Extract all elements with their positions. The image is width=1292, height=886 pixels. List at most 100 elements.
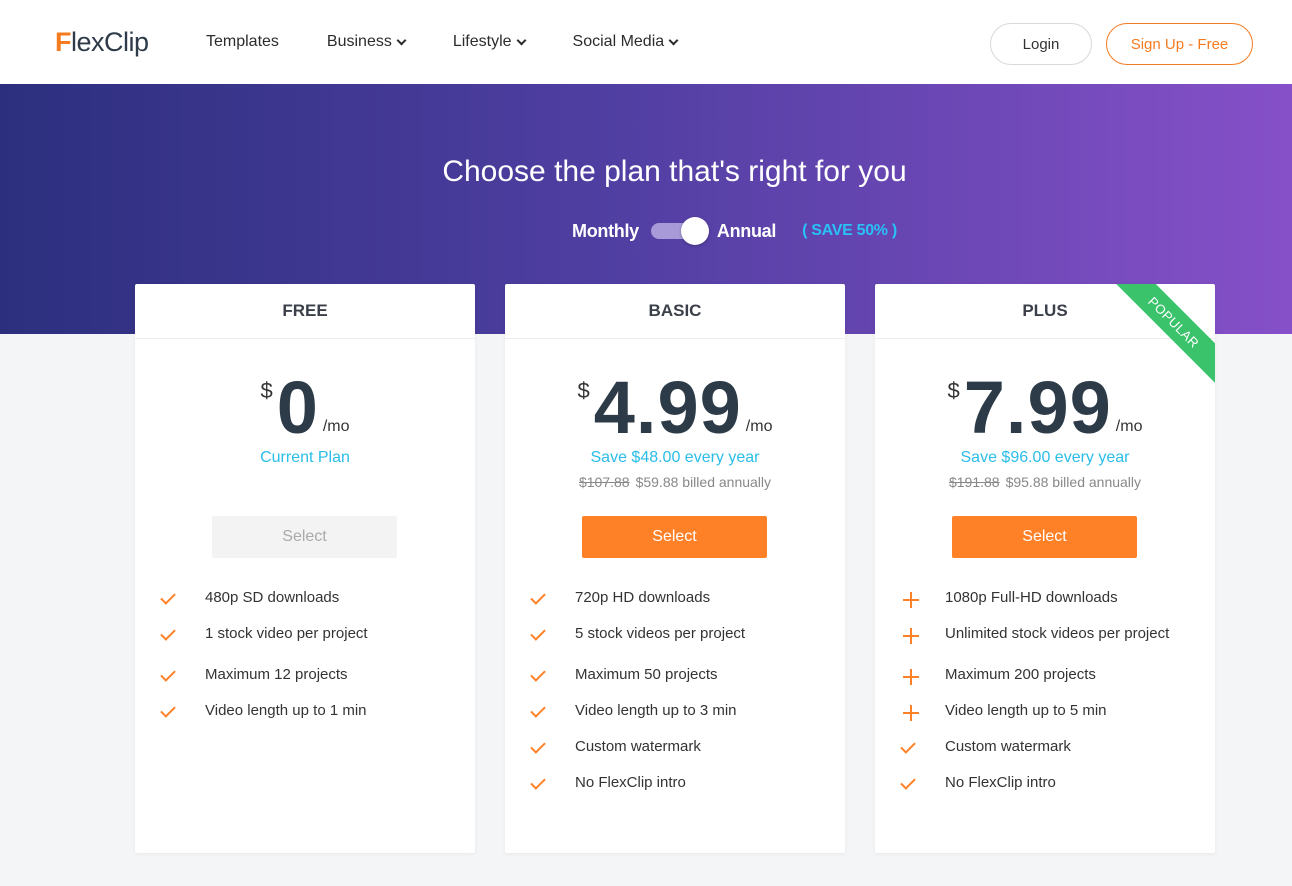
feature-text: 1 stock video per project (205, 625, 368, 642)
nav-item-social-media[interactable]: Social Media (572, 31, 679, 53)
feature-text: 1080p Full-HD downloads (945, 589, 1118, 606)
feature-text: Video length up to 1 min (205, 702, 367, 719)
main-nav: Templates Business Lifestyle Social Medi… (206, 31, 725, 53)
check-icon (530, 702, 546, 718)
plan-card-plus: PLUS POPULAR $ 7.99 /mo Save $96.00 ever… (875, 284, 1215, 853)
feature-item: No FlexClip intro (900, 773, 1205, 809)
billing-info: $191.88 $95.88 billed annually (875, 474, 1215, 490)
nav-item-business[interactable]: Business (326, 31, 407, 53)
nav-label: Lifestyle (452, 33, 512, 50)
feature-item: Maximum 50 projects (530, 665, 835, 701)
toggle-knob[interactable] (680, 217, 709, 245)
feature-item: Maximum 200 projects (901, 665, 1205, 701)
feature-text: 480p SD downloads (205, 589, 340, 606)
nav-label: Templates (206, 33, 279, 50)
plan-name: BASIC (505, 284, 845, 339)
feature-item: Video length up to 5 min (901, 701, 1205, 737)
logo-wordmark: lexClip (71, 26, 149, 57)
feature-text: Custom watermark (945, 738, 1071, 755)
save-badge: ( SAVE 50% ) (802, 222, 897, 239)
feature-item: 1 stock video per project (160, 624, 465, 665)
feature-text: Video length up to 5 min (945, 702, 1107, 719)
check-icon (530, 666, 546, 682)
chevron-down-icon (668, 35, 679, 46)
currency-symbol: $ (577, 378, 590, 403)
page-title: Choose the plan that's right for you (442, 155, 907, 188)
check-icon (160, 625, 176, 641)
yearly-savings: Save $48.00 every year (590, 449, 760, 466)
check-icon (530, 589, 546, 605)
feature-text: No FlexClip intro (945, 774, 1056, 791)
select-free-button[interactable]: Select (212, 516, 397, 558)
currency-symbol: $ (260, 378, 273, 403)
price-amount: 4.99 (593, 366, 742, 449)
feature-item: Custom watermark (530, 737, 835, 773)
original-price: $191.88 (948, 474, 1000, 490)
plan-card-free: FREE $ 0 /mo Current Plan Select 480p SD… (135, 284, 475, 853)
check-icon (160, 666, 176, 682)
price-amount: 7.99 (963, 366, 1112, 449)
feature-item: 5 stock videos per project (530, 624, 835, 665)
select-basic-button[interactable]: Select (582, 516, 767, 558)
logo-letter-f: F (55, 26, 72, 57)
price-period: /mo (322, 418, 350, 435)
plan-card-basic: BASIC $ 4.99 /mo Save $48.00 every year … (505, 284, 845, 853)
feature-text: 720p HD downloads (575, 589, 711, 606)
feature-item: 1080p Full-HD downloads (901, 588, 1205, 624)
feature-text: Unlimited stock videos per project (945, 625, 1170, 642)
feature-item: No FlexClip intro (530, 773, 835, 809)
feature-list: 480p SD downloads 1 stock video per proj… (160, 588, 465, 737)
login-button[interactable]: Login (990, 23, 1092, 65)
price-period: /mo (745, 418, 773, 435)
select-plus-button[interactable]: Select (952, 516, 1137, 558)
feature-item: 480p SD downloads (160, 588, 465, 624)
annual-label[interactable]: Annual (717, 221, 777, 242)
feature-text: Video length up to 3 min (575, 702, 737, 719)
check-icon (900, 738, 916, 754)
price: $ 4.99 /mo (505, 366, 845, 449)
monthly-label[interactable]: Monthly (572, 221, 639, 242)
nav-item-lifestyle[interactable]: Lifestyle (452, 31, 526, 53)
feature-text: 5 stock videos per project (575, 625, 746, 642)
flexclip-logo[interactable]: FlexClip (55, 27, 149, 57)
feature-item: Video length up to 3 min (530, 701, 835, 737)
check-icon (530, 738, 546, 754)
signup-button[interactable]: Sign Up - Free (1106, 23, 1253, 65)
nav-item-templates[interactable]: Templates (206, 31, 279, 53)
check-icon (900, 774, 916, 790)
currency-symbol: $ (947, 378, 960, 403)
feature-list: 1080p Full-HD downloads Unlimited stock … (900, 588, 1205, 809)
check-icon (530, 774, 546, 790)
plan-name: FREE (135, 284, 475, 339)
chevron-down-icon (516, 35, 526, 46)
feature-item: Unlimited stock videos per project (901, 624, 1205, 665)
original-price: $107.88 (578, 474, 630, 490)
price-period: /mo (1115, 418, 1143, 435)
feature-text: Maximum 12 projects (205, 666, 348, 683)
check-icon (160, 589, 176, 605)
check-icon (530, 625, 546, 641)
nav-label: Business (326, 33, 392, 50)
feature-item: 720p HD downloads (530, 588, 835, 624)
plus-icon (903, 669, 919, 685)
feature-list: 720p HD downloads 5 stock videos per pro… (530, 588, 835, 809)
price: $ 7.99 /mo (875, 366, 1215, 449)
plus-icon (903, 628, 919, 644)
price-amount: 0 (276, 366, 319, 449)
feature-item: Video length up to 1 min (160, 701, 465, 737)
billed-annually: $95.88 billed annually (1005, 474, 1142, 490)
plus-icon (903, 592, 919, 608)
top-navigation-bar: FlexClip Templates Business Lifestyle So… (0, 0, 1292, 84)
feature-text: No FlexClip intro (575, 774, 686, 791)
billed-annually: $59.88 billed annually (635, 474, 772, 490)
price: $ 0 /mo (135, 366, 475, 449)
feature-item: Custom watermark (900, 737, 1205, 773)
nav-label: Social Media (572, 33, 665, 50)
yearly-savings: Save $96.00 every year (960, 449, 1130, 466)
plus-icon (903, 705, 919, 721)
feature-item: Maximum 12 projects (160, 665, 465, 701)
feature-text: Custom watermark (575, 738, 701, 755)
feature-text: Maximum 50 projects (575, 666, 718, 683)
chevron-down-icon (396, 35, 407, 46)
billing-period-toggle[interactable] (650, 217, 709, 245)
